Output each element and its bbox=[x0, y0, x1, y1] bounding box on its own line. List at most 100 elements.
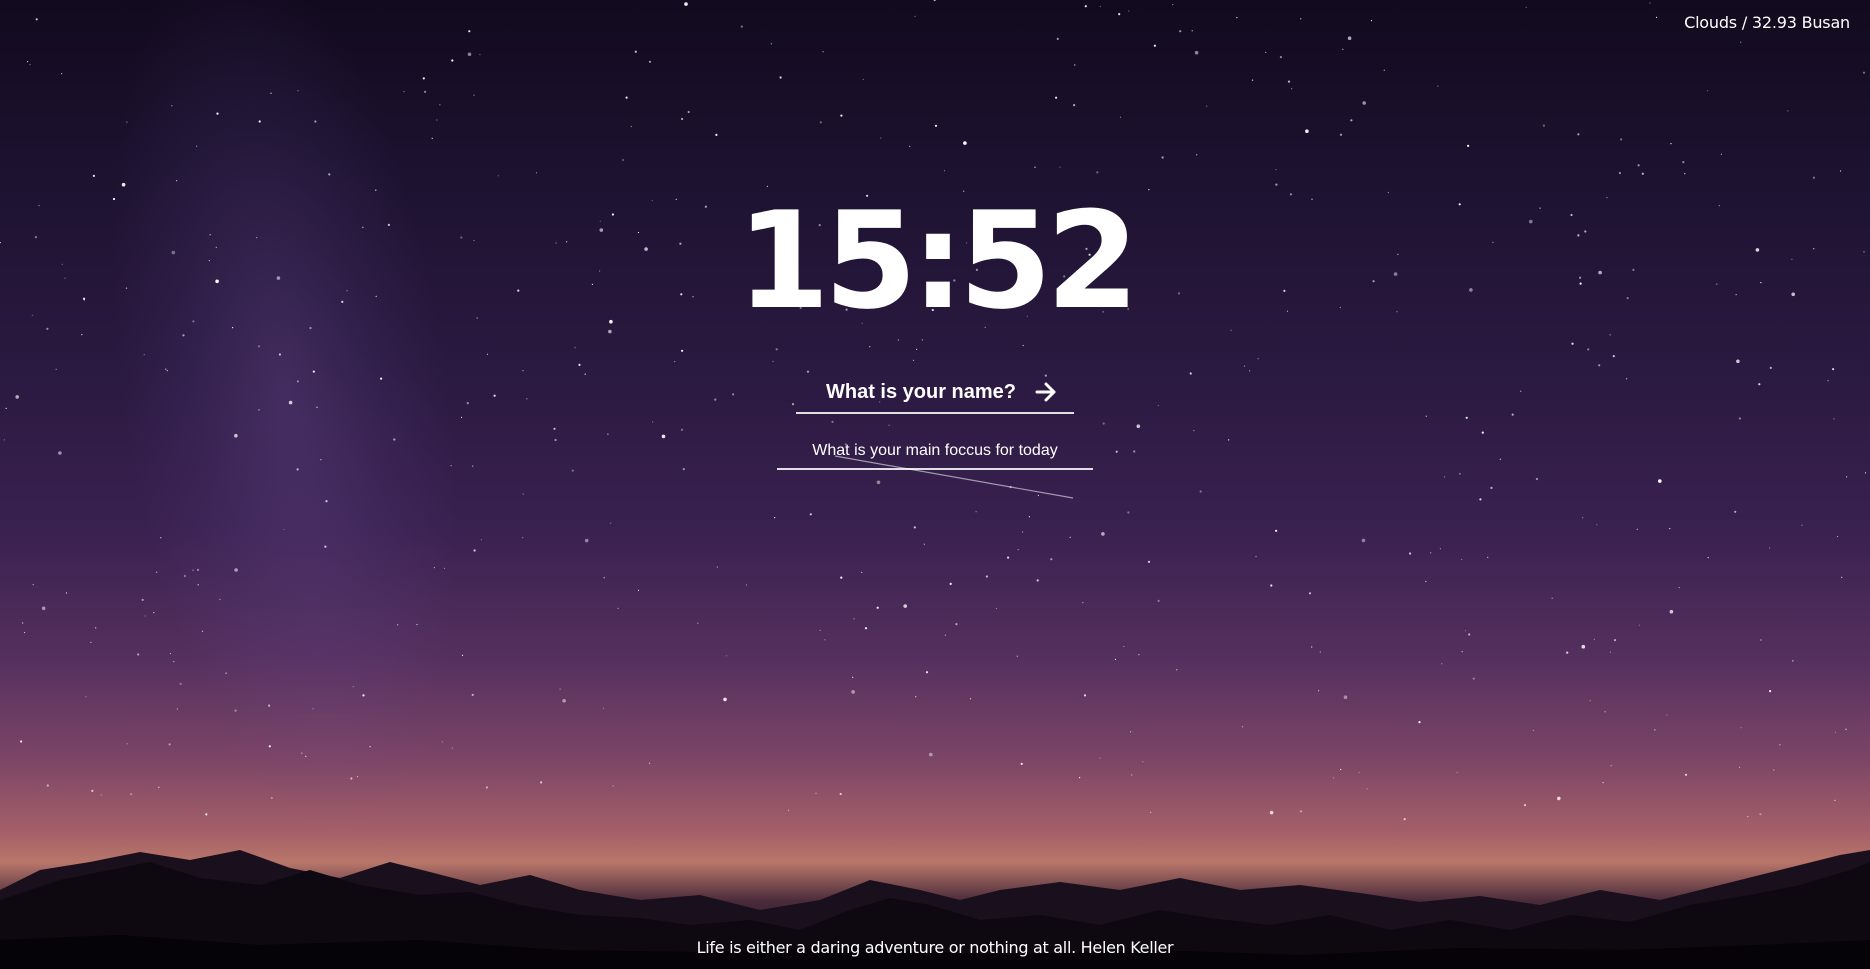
star bbox=[1598, 364, 1601, 367]
star bbox=[824, 639, 826, 641]
star bbox=[1270, 584, 1273, 587]
weather-widget: Clouds / 32.93 Busan bbox=[1684, 13, 1850, 32]
star bbox=[1620, 138, 1623, 141]
star bbox=[1136, 424, 1141, 429]
star bbox=[1759, 813, 1762, 816]
star bbox=[610, 522, 612, 524]
star bbox=[772, 360, 774, 362]
star bbox=[92, 174, 95, 177]
star bbox=[1602, 782, 1604, 784]
star bbox=[316, 406, 318, 408]
star bbox=[682, 468, 685, 471]
star bbox=[876, 606, 879, 609]
star bbox=[1196, 154, 1198, 156]
star bbox=[1176, 669, 1178, 671]
star bbox=[1279, 56, 1282, 59]
star bbox=[20, 740, 23, 743]
star bbox=[173, 661, 175, 663]
star bbox=[903, 604, 907, 608]
star bbox=[1587, 348, 1590, 351]
star bbox=[61, 73, 63, 75]
focus-input[interactable] bbox=[785, 442, 1085, 460]
star bbox=[258, 120, 261, 123]
star bbox=[497, 175, 499, 177]
star bbox=[526, 398, 528, 400]
star bbox=[1370, 20, 1373, 22]
star bbox=[268, 745, 271, 748]
arrow-right-icon[interactable] bbox=[1033, 379, 1059, 405]
star bbox=[471, 693, 474, 697]
star bbox=[1613, 639, 1617, 642]
star bbox=[869, 346, 871, 348]
star bbox=[1418, 721, 1421, 724]
star bbox=[819, 121, 822, 124]
star bbox=[625, 96, 628, 99]
star bbox=[1520, 390, 1522, 392]
star bbox=[1300, 18, 1302, 20]
star bbox=[923, 543, 925, 545]
star bbox=[1269, 810, 1274, 815]
star bbox=[1236, 17, 1238, 19]
star bbox=[715, 133, 718, 136]
star bbox=[1649, 2, 1651, 4]
star bbox=[1499, 458, 1501, 460]
star bbox=[1305, 129, 1309, 133]
star bbox=[603, 577, 605, 579]
star bbox=[1206, 105, 1208, 107]
star bbox=[1257, 358, 1259, 360]
star bbox=[268, 704, 271, 707]
star bbox=[1464, 630, 1467, 632]
star bbox=[1017, 549, 1019, 551]
star bbox=[1319, 651, 1321, 653]
star bbox=[1383, 69, 1385, 71]
star bbox=[15, 395, 19, 399]
star bbox=[1736, 359, 1740, 364]
star bbox=[1361, 538, 1366, 543]
star bbox=[1666, 714, 1668, 716]
star bbox=[1056, 37, 1059, 41]
star bbox=[352, 686, 354, 688]
star bbox=[1769, 690, 1772, 693]
star bbox=[1157, 599, 1160, 603]
star bbox=[779, 76, 782, 79]
star bbox=[380, 377, 383, 380]
star bbox=[925, 671, 929, 674]
star bbox=[58, 451, 62, 455]
star bbox=[929, 752, 933, 757]
star bbox=[1249, 370, 1251, 372]
star bbox=[943, 170, 946, 172]
star bbox=[1138, 654, 1140, 656]
star bbox=[1022, 531, 1024, 533]
star bbox=[864, 627, 868, 630]
star bbox=[1720, 153, 1722, 155]
star bbox=[153, 612, 155, 614]
star bbox=[485, 786, 488, 789]
star bbox=[840, 576, 843, 579]
star bbox=[35, 18, 38, 21]
star bbox=[305, 755, 307, 757]
star bbox=[522, 370, 524, 372]
star bbox=[1007, 556, 1010, 559]
star bbox=[1593, 638, 1595, 640]
name-input[interactable] bbox=[821, 380, 1021, 404]
star bbox=[479, 53, 481, 56]
star bbox=[205, 813, 208, 816]
star bbox=[1115, 450, 1118, 453]
star bbox=[460, 416, 463, 418]
star bbox=[880, 137, 882, 139]
star bbox=[1773, 769, 1775, 771]
star bbox=[3, 439, 5, 441]
star bbox=[909, 145, 911, 147]
star bbox=[1123, 645, 1125, 648]
star bbox=[853, 618, 855, 620]
star bbox=[1255, 555, 1257, 558]
star bbox=[424, 90, 427, 93]
star bbox=[320, 459, 322, 461]
star bbox=[1172, 4, 1174, 6]
star bbox=[1350, 119, 1353, 122]
star bbox=[1655, 16, 1658, 18]
star bbox=[362, 694, 365, 697]
star bbox=[1251, 79, 1254, 81]
star bbox=[897, 339, 900, 341]
star bbox=[486, 353, 489, 355]
